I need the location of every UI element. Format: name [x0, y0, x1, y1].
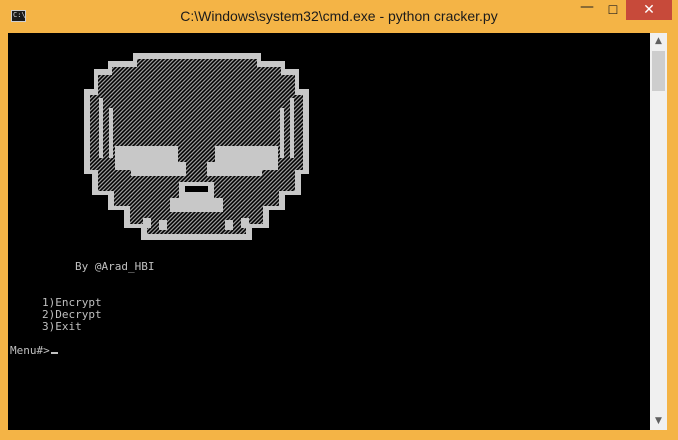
- minimize-button[interactable]: —: [573, 0, 601, 20]
- cmd-window: C:\ C:\Windows\system32\cmd.exe - python…: [0, 0, 678, 440]
- credit-text: By @Arad_HBI: [75, 260, 155, 273]
- window-bottom-border: [0, 430, 678, 440]
- title-bar[interactable]: C:\ C:\Windows\system32\cmd.exe - python…: [0, 0, 678, 33]
- maximize-button[interactable]: ☐: [601, 0, 625, 20]
- close-button[interactable]: ✕: [626, 0, 672, 20]
- text-cursor: [50, 352, 58, 354]
- skull-art-icon: [84, 53, 309, 240]
- vertical-scrollbar[interactable]: ▲ ▼: [650, 33, 667, 430]
- menu-item-exit: 3)Exit: [42, 320, 82, 333]
- console-output[interactable]: By @Arad_HBI 1)Encrypt 2)Decrypt 3)Exit …: [8, 33, 650, 430]
- prompt-line[interactable]: Menu#>: [10, 345, 58, 357]
- scroll-down-icon[interactable]: ▼: [650, 413, 667, 430]
- prompt-text: Menu#>: [10, 344, 50, 357]
- scroll-thumb[interactable]: [652, 51, 665, 91]
- scroll-up-icon[interactable]: ▲: [650, 33, 667, 50]
